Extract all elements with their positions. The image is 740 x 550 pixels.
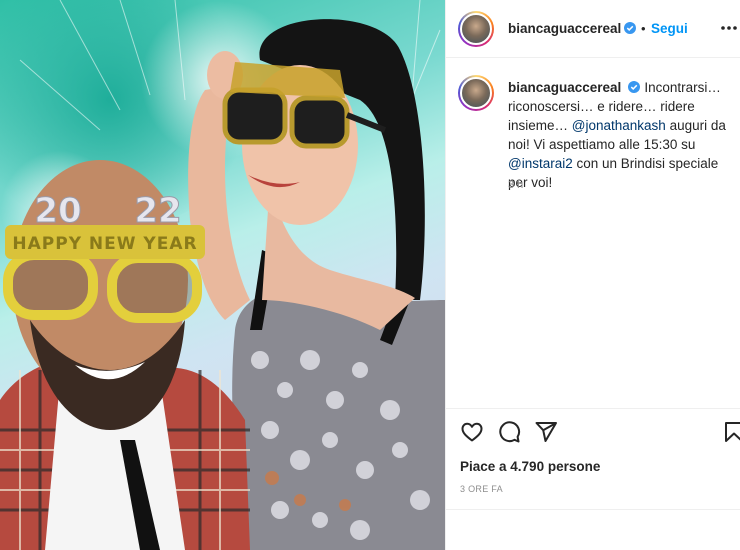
verified-badge-icon xyxy=(628,81,641,93)
follow-button[interactable]: Segui xyxy=(651,21,688,36)
year-sign-left: 20 xyxy=(34,191,81,231)
glasses-text: HAPPY NEW YEAR xyxy=(12,234,197,254)
likes-text[interactable]: Piace a 4.790 persone xyxy=(460,459,600,474)
more-options-icon[interactable] xyxy=(720,18,738,38)
post-caption: biancaguaccereal Incontrarsi… riconoscers… xyxy=(446,58,740,418)
mention-link[interactable]: @jonathankash xyxy=(572,118,666,133)
caption-avatar[interactable] xyxy=(458,75,494,111)
comment-divider xyxy=(446,509,740,510)
share-icon[interactable] xyxy=(534,420,558,444)
verified-badge-icon xyxy=(624,22,637,34)
post-photo[interactable]: HAPPY NEW YEAR 20 22 xyxy=(0,0,445,550)
caption-text: biancaguaccereal Incontrarsi… riconoscers… xyxy=(508,78,740,192)
likes-count[interactable]: Piace a 4.790 persone xyxy=(460,459,600,474)
post-header: biancaguaccereal xyxy=(446,0,740,58)
header-username[interactable]: biancaguaccereal xyxy=(508,21,637,36)
actions-divider xyxy=(446,408,740,409)
year-sign-right: 22 xyxy=(134,191,181,231)
comment-icon[interactable] xyxy=(497,420,521,444)
mention-link[interactable]: @instarai2 xyxy=(508,156,573,171)
heart-icon[interactable] xyxy=(460,420,484,444)
photo-illustration: HAPPY NEW YEAR 20 22 xyxy=(0,0,445,550)
avatar[interactable] xyxy=(458,11,494,47)
header-username-text[interactable]: biancaguaccereal xyxy=(508,21,621,36)
caption-timestamp[interactable]: 3 h xyxy=(508,179,523,191)
post-date[interactable]: 3 ORE FA xyxy=(460,484,503,494)
separator-dot: • xyxy=(641,21,646,36)
caption-username[interactable]: biancaguaccereal xyxy=(508,80,621,95)
bookmark-icon[interactable] xyxy=(722,420,740,444)
